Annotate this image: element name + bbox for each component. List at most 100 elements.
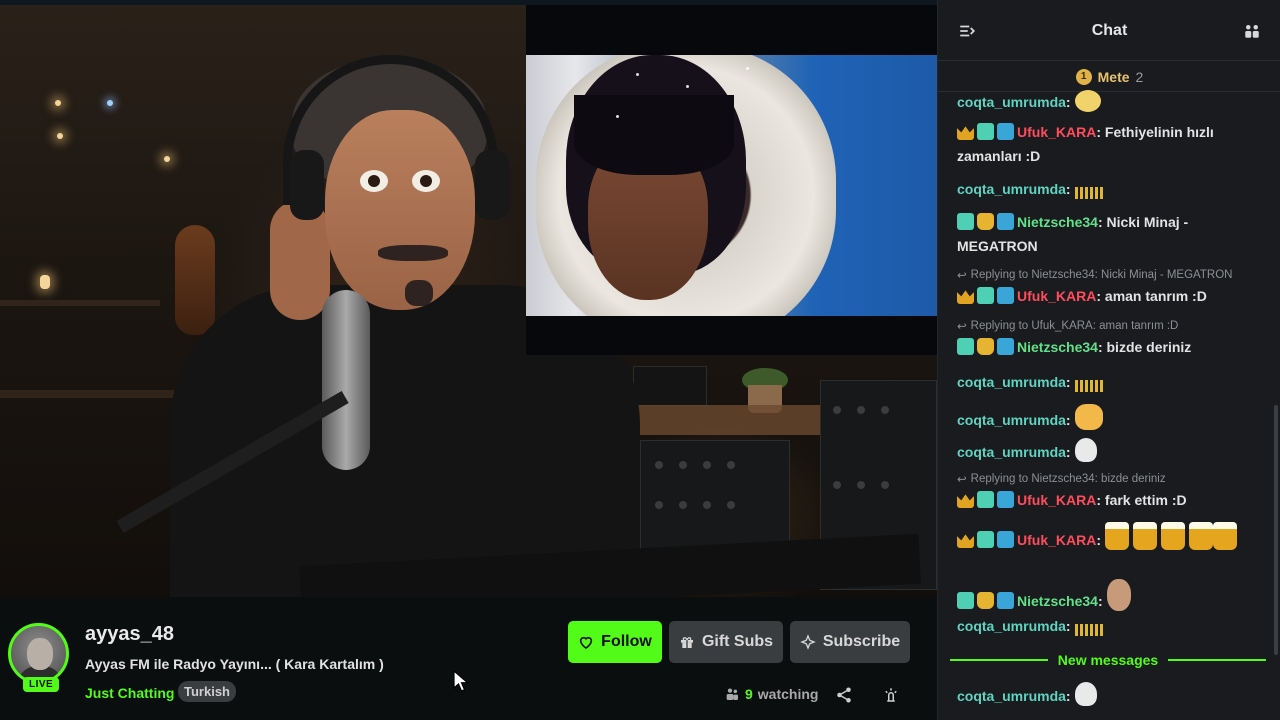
goose-emote-icon	[1074, 682, 1097, 706]
gift-subs-button[interactable]: Gift Subs	[669, 621, 783, 663]
language-tag[interactable]: Turkish	[178, 681, 236, 702]
category-link[interactable]: Just Chatting	[85, 685, 174, 701]
chat-message[interactable]: coqta_umrumda:	[957, 614, 1257, 638]
chat-username[interactable]: Ufuk_KARA	[1017, 532, 1096, 548]
chat-message[interactable]: Nietzsche34: Nicki Minaj - MEGATRON	[957, 210, 1257, 258]
emote-icon	[1074, 380, 1103, 392]
og-badge-icon	[957, 592, 974, 609]
chat-message[interactable]: Ufuk_KARA: fark ettim :D	[957, 488, 1257, 512]
divider-line	[950, 659, 1048, 661]
chat-message[interactable]: Nietzsche34:	[957, 579, 1257, 613]
chat-username[interactable]: coqta_umrumda	[957, 412, 1066, 428]
avatar-face	[27, 638, 53, 670]
beer-emote-icon	[1213, 522, 1238, 550]
subscribe-button[interactable]: Subscribe	[790, 621, 910, 663]
reply-arrow-icon: ↩	[957, 321, 967, 333]
gift-icon	[680, 637, 693, 648]
subscribe-label: Subscribe	[822, 633, 901, 650]
mustache	[378, 245, 448, 261]
divider-line	[1168, 659, 1266, 661]
ceiling-light	[57, 133, 63, 139]
chat-message[interactable]: coqta_umrumda:	[957, 370, 1257, 394]
channel-avatar[interactable]	[8, 623, 69, 684]
og-badge-icon	[977, 123, 994, 140]
crown-badge-icon	[957, 534, 974, 548]
video-player[interactable]	[0, 0, 937, 597]
chat-username[interactable]: coqta_umrumda	[957, 618, 1066, 634]
chat-username[interactable]: Nietzsche34	[1017, 593, 1098, 609]
chat-username[interactable]: coqta_umrumda	[957, 688, 1066, 704]
cat-emote-icon	[1074, 404, 1103, 430]
sword-badge-icon	[997, 123, 1014, 140]
goose-emote-icon	[1074, 438, 1097, 462]
chat-username[interactable]: coqta_umrumda	[957, 181, 1066, 197]
candle-light	[40, 275, 50, 289]
snowflake	[616, 115, 619, 118]
new-messages-label: New messages	[1057, 652, 1159, 668]
heart-icon	[580, 636, 593, 649]
gift-subs-label: Gift Subs	[701, 633, 774, 650]
crown-badge-icon	[957, 494, 974, 508]
reply-context[interactable]: ↩ Replying to Nietzsche34: bizde deriniz	[957, 472, 1166, 486]
crown-badge-icon	[957, 126, 974, 140]
ceiling-light	[55, 100, 61, 106]
sword-badge-icon	[997, 287, 1014, 304]
chat-title: Chat	[1091, 22, 1128, 39]
reply-arrow-icon: ↩	[957, 474, 967, 486]
viewers-icon	[726, 688, 738, 700]
chat-username[interactable]: coqta_umrumda	[957, 374, 1066, 390]
reply-context[interactable]: ↩ Replying to Ufuk_KARA: aman tanrım :D	[957, 319, 1178, 333]
chat-scrollbar[interactable]	[1274, 405, 1278, 655]
star-icon	[800, 634, 816, 650]
chat-text: fark ettim :D	[1104, 492, 1187, 508]
chat-panel: Chat 1 Mete 2 coqta_umrumda: Ufuk_KARA: …	[937, 0, 1280, 720]
chat-message[interactable]: coqta_umrumda:	[957, 90, 1257, 114]
new-messages-divider[interactable]: New messages	[950, 650, 1266, 670]
emote-icon	[1074, 90, 1101, 112]
chat-message[interactable]: Nietzsche34: bizde deriniz	[957, 335, 1257, 359]
mouse-cursor-icon	[453, 670, 469, 692]
sword-badge-icon	[997, 338, 1014, 355]
chat-message[interactable]: coqta_umrumda:	[957, 404, 1257, 432]
chat-message[interactable]: Ufuk_KARA: Fethiyelinin hızlı zamanları …	[957, 120, 1257, 168]
chat-username[interactable]: Nietzsche34	[1017, 339, 1098, 355]
chat-username[interactable]: coqta_umrumda	[957, 444, 1066, 460]
chat-username[interactable]: Ufuk_KARA	[1017, 492, 1096, 508]
reply-arrow-icon: ↩	[957, 270, 967, 282]
reply-text: Replying to Ufuk_KARA: aman tanrım :D	[970, 320, 1179, 332]
chat-username[interactable]: Ufuk_KARA	[1017, 288, 1096, 304]
chat-users-icon[interactable]	[1243, 22, 1261, 40]
music-video-frame	[526, 55, 937, 316]
chat-message[interactable]: coqta_umrumda:	[957, 177, 1257, 201]
top-gifter-bar[interactable]: 1 Mete 2	[938, 62, 1280, 92]
top-gifter-count: 2	[1135, 68, 1144, 85]
chat-username[interactable]: coqta_umrumda	[957, 94, 1066, 110]
og-badge-icon	[957, 338, 974, 355]
sword-badge-icon	[997, 491, 1014, 508]
chat-message[interactable]: Ufuk_KARA:	[957, 522, 1257, 556]
snowflake	[686, 85, 689, 88]
chat-message[interactable]: coqta_umrumda:	[957, 682, 1257, 708]
chat-text: aman tanrım :D	[1104, 288, 1207, 304]
og-badge-icon	[977, 531, 994, 548]
chat-text: bizde deriniz	[1106, 339, 1192, 355]
beer-badge-icon	[977, 592, 994, 609]
chat-message[interactable]: coqta_umrumda:	[957, 438, 1257, 464]
follow-label: Follow	[601, 633, 652, 650]
share-icon[interactable]	[835, 686, 853, 704]
stream-page: LIVE ayyas_48 Ayyas FM ile Radyo Yayını.…	[0, 0, 1280, 720]
headphone-cup	[475, 150, 509, 220]
follow-button[interactable]: Follow	[568, 621, 662, 663]
chat-header: Chat	[938, 0, 1280, 61]
headphone-cup	[290, 150, 324, 220]
shelf	[0, 300, 160, 306]
emote-icon	[1074, 187, 1103, 199]
beer-emote-icon	[1133, 522, 1158, 550]
reply-context[interactable]: ↩ Replying to Nietzsche34: Nicki Minaj - …	[957, 268, 1232, 282]
channel-name[interactable]: ayyas_48	[85, 623, 174, 646]
report-icon[interactable]	[882, 686, 900, 704]
snowflake	[636, 73, 639, 76]
chat-username[interactable]: Ufuk_KARA	[1017, 124, 1096, 140]
chat-message[interactable]: Ufuk_KARA: aman tanrım :D	[957, 284, 1257, 308]
chat-username[interactable]: Nietzsche34	[1017, 214, 1098, 230]
